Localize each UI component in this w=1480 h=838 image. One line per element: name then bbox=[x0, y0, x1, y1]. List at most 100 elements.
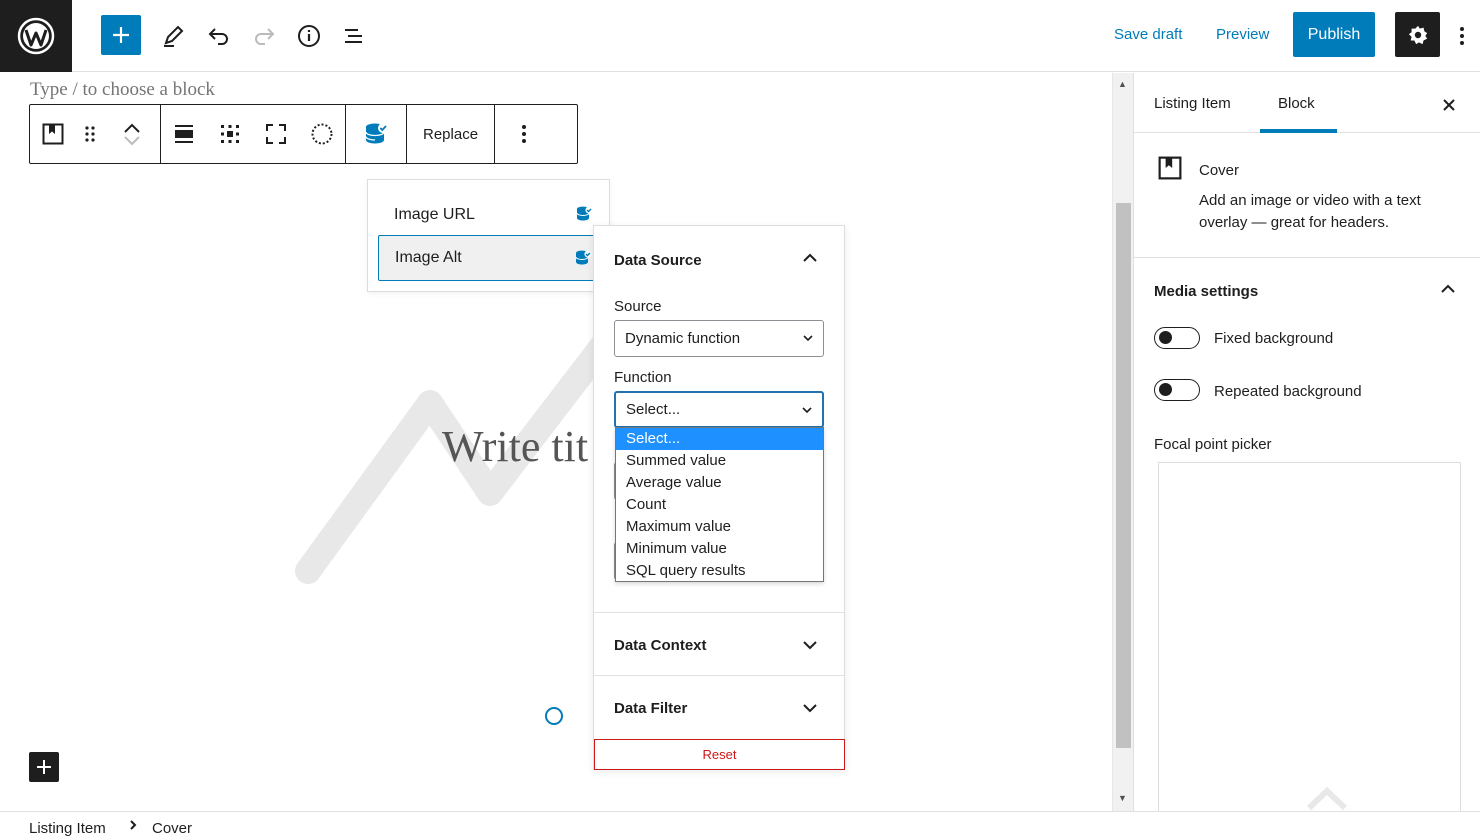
function-option[interactable]: Average value bbox=[616, 472, 823, 494]
replace-button[interactable]: Replace bbox=[407, 105, 494, 163]
chevron-down-icon bbox=[802, 407, 812, 414]
block-inserter-button[interactable] bbox=[101, 15, 141, 55]
data-source-title[interactable]: Data Source bbox=[614, 252, 702, 269]
cover-title[interactable]: Write tit bbox=[442, 421, 588, 472]
scroll-up-arrow-icon[interactable]: ▲ bbox=[1118, 79, 1127, 89]
binding-item-label: Image Alt bbox=[395, 249, 462, 266]
function-option[interactable]: SQL query results bbox=[616, 560, 823, 582]
tab-listing-item[interactable]: Listing Item bbox=[1154, 95, 1231, 112]
reset-button[interactable]: Reset bbox=[594, 739, 845, 770]
more-vertical-icon bbox=[522, 125, 527, 143]
position-grid-icon bbox=[221, 125, 239, 143]
divider bbox=[594, 612, 844, 613]
settings-button[interactable] bbox=[1395, 12, 1440, 57]
align-button[interactable] bbox=[161, 105, 207, 163]
dynamic-data-group bbox=[346, 105, 407, 163]
chevron-up-icon[interactable] bbox=[123, 122, 141, 134]
binding-item-label: Image URL bbox=[394, 206, 475, 223]
chevron-down-icon bbox=[803, 335, 813, 342]
block-card-title: Cover bbox=[1199, 162, 1240, 179]
repeated-background-toggle[interactable] bbox=[1154, 379, 1200, 401]
sidebar-tabs: Listing Item Block bbox=[1134, 73, 1480, 133]
chevron-down-icon[interactable] bbox=[123, 134, 141, 146]
function-label: Function bbox=[614, 369, 672, 386]
tab-block[interactable]: Block bbox=[1278, 95, 1315, 112]
breadcrumb-item[interactable]: Cover bbox=[152, 820, 192, 837]
more-options-group bbox=[495, 105, 553, 163]
plus-icon bbox=[37, 760, 51, 774]
duotone-button[interactable] bbox=[299, 105, 345, 163]
dynamic-data-button[interactable] bbox=[346, 105, 406, 163]
redo-icon bbox=[255, 28, 275, 45]
block-parent-group bbox=[30, 105, 161, 163]
fixed-background-label: Fixed background bbox=[1214, 330, 1334, 347]
details-button[interactable] bbox=[289, 16, 329, 56]
database-icon bbox=[574, 249, 592, 272]
list-view-icon bbox=[345, 29, 362, 43]
cover-icon bbox=[1158, 156, 1182, 185]
function-option[interactable]: Count bbox=[616, 494, 823, 516]
function-select[interactable]: Select... bbox=[614, 391, 824, 428]
tools-button[interactable] bbox=[153, 16, 193, 56]
circle-dotted-icon bbox=[311, 123, 333, 145]
scroll-down-arrow-icon[interactable]: ▼ bbox=[1118, 793, 1127, 803]
binding-item-image-url[interactable]: Image URL bbox=[378, 192, 603, 238]
data-filter-title[interactable]: Data Filter bbox=[614, 700, 687, 717]
canvas-scrollbar[interactable]: ▲ ▼ bbox=[1112, 73, 1133, 811]
undo-button[interactable] bbox=[199, 16, 239, 56]
toggle-knob bbox=[1159, 383, 1172, 396]
more-vertical-icon bbox=[1460, 27, 1464, 45]
options-menu-button[interactable] bbox=[1452, 20, 1472, 52]
data-context-title[interactable]: Data Context bbox=[614, 637, 707, 654]
chevron-up-icon[interactable] bbox=[1438, 279, 1458, 299]
block-toolbar: Replace bbox=[29, 104, 578, 164]
function-option[interactable]: Maximum value bbox=[616, 516, 823, 538]
block-options-button[interactable] bbox=[495, 105, 553, 163]
function-option[interactable]: Select... bbox=[616, 428, 823, 450]
add-block-button[interactable] bbox=[29, 752, 59, 782]
preview-button[interactable]: Preview bbox=[1216, 26, 1269, 43]
active-tab-indicator bbox=[1260, 129, 1337, 133]
source-select-value: Dynamic function bbox=[625, 330, 741, 347]
cover-icon bbox=[42, 123, 64, 145]
save-draft-button[interactable]: Save draft bbox=[1114, 26, 1182, 43]
plus-icon bbox=[113, 27, 129, 43]
database-icon bbox=[575, 205, 593, 228]
loading-spinner bbox=[545, 707, 563, 725]
gear-icon bbox=[1408, 25, 1427, 44]
breadcrumb-item[interactable]: Listing Item bbox=[29, 820, 106, 837]
image-placeholder-icon bbox=[1306, 786, 1348, 811]
focal-point-picker[interactable] bbox=[1158, 462, 1461, 811]
function-option[interactable]: Minimum value bbox=[616, 538, 823, 560]
source-select[interactable]: Dynamic function bbox=[614, 320, 824, 357]
undo-icon bbox=[208, 28, 228, 45]
function-option[interactable]: Summed value bbox=[616, 450, 823, 472]
media-settings-title[interactable]: Media settings bbox=[1154, 283, 1258, 300]
database-icon bbox=[365, 123, 388, 144]
block-placeholder[interactable]: Type / to choose a block bbox=[30, 79, 215, 101]
cover-block-button[interactable] bbox=[30, 105, 76, 163]
toggle-knob bbox=[1159, 331, 1172, 344]
drag-handle[interactable] bbox=[76, 105, 104, 163]
focal-point-label: Focal point picker bbox=[1154, 436, 1272, 453]
block-card: Cover Add an image or video with a text … bbox=[1134, 134, 1480, 258]
settings-sidebar: Listing Item Block Cover Add an image or… bbox=[1133, 73, 1480, 811]
block-mover[interactable] bbox=[104, 105, 160, 163]
content-position-button[interactable] bbox=[207, 105, 253, 163]
close-sidebar-button[interactable] bbox=[1439, 95, 1459, 115]
repeated-background-label: Repeated background bbox=[1214, 383, 1362, 400]
divider bbox=[594, 675, 844, 676]
binding-item-image-alt[interactable]: Image Alt bbox=[378, 235, 603, 281]
info-icon bbox=[298, 25, 320, 47]
scroll-thumb[interactable] bbox=[1116, 203, 1131, 748]
full-height-button[interactable] bbox=[253, 105, 299, 163]
publish-button[interactable]: Publish bbox=[1293, 12, 1375, 57]
fixed-background-toggle[interactable] bbox=[1154, 327, 1200, 349]
chevron-up-icon[interactable] bbox=[800, 248, 820, 268]
list-view-button[interactable] bbox=[334, 16, 374, 56]
wordpress-logo-icon[interactable] bbox=[0, 0, 72, 72]
redo-button[interactable] bbox=[244, 16, 284, 56]
chevron-down-icon[interactable] bbox=[800, 698, 820, 718]
block-breadcrumb: Listing Item Cover bbox=[0, 811, 1480, 838]
chevron-down-icon[interactable] bbox=[800, 635, 820, 655]
